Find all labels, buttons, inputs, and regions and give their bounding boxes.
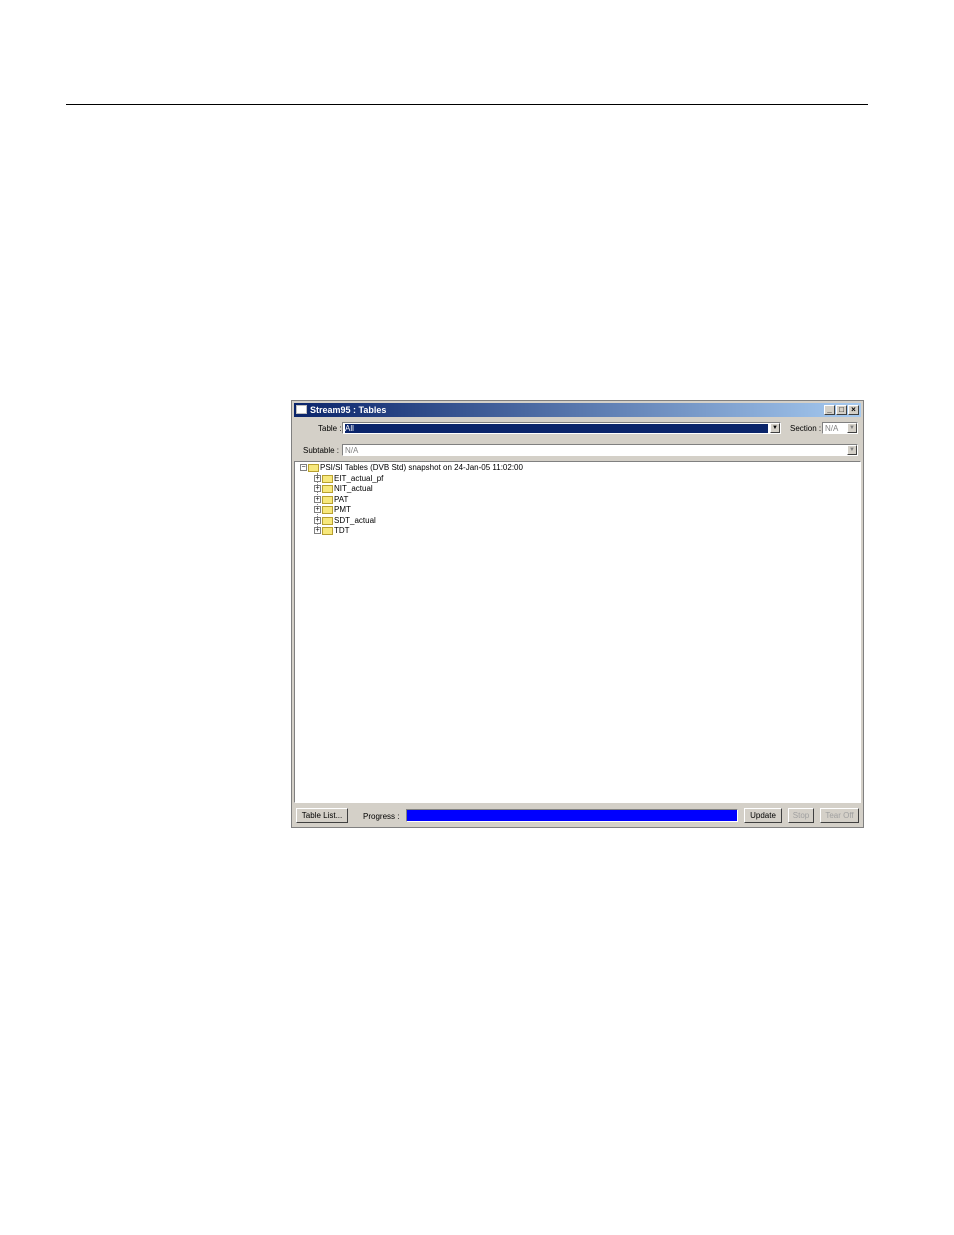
close-button[interactable]: × [848, 405, 859, 415]
chevron-down-icon[interactable]: ▼ [770, 423, 780, 433]
progress-label: Progress : [363, 812, 400, 821]
update-button[interactable]: Update [744, 808, 782, 823]
tree-node-eit-actual-pf[interactable]: + EIT_actual_pf [314, 474, 383, 484]
app-window-icon [296, 405, 307, 414]
expand-icon[interactable]: + [314, 475, 321, 483]
tree-node-nit-actual[interactable]: + NIT_actual [314, 484, 373, 494]
table-select-value: All [345, 424, 768, 433]
chevron-down-icon[interactable]: ▼ [847, 445, 857, 455]
tables-window: Stream95 : Tables _ □ × Table : All ▼ Se… [291, 400, 864, 828]
expand-icon[interactable]: + [314, 496, 321, 504]
maximize-button[interactable]: □ [836, 405, 847, 415]
expand-icon[interactable]: + [314, 527, 321, 535]
tree-node-label: PAT [334, 495, 349, 504]
tree-node-label: EIT_actual_pf [334, 474, 384, 483]
table-label: Table : [318, 424, 342, 433]
tree-node-label: SDT_actual [334, 516, 376, 525]
stop-button[interactable]: Stop [788, 808, 814, 823]
section-label: Section : [790, 424, 822, 433]
section-select-value: N/A [825, 424, 839, 433]
folder-icon [308, 463, 319, 472]
table-list-button[interactable]: Table List... [296, 808, 348, 823]
folder-icon [322, 505, 333, 514]
minimize-button[interactable]: _ [824, 405, 835, 415]
folder-icon [322, 484, 333, 493]
tree-node-sdt-actual[interactable]: + SDT_actual [314, 516, 376, 526]
chevron-down-icon[interactable]: ▼ [847, 423, 857, 433]
expand-icon[interactable]: + [314, 517, 321, 525]
tree-node-label: TDT [334, 526, 350, 535]
folder-icon [322, 516, 333, 525]
tree-node-tdt[interactable]: + TDT [314, 526, 350, 536]
section-select[interactable]: N/A ▼ [822, 422, 858, 434]
table-select[interactable]: All ▼ [342, 422, 781, 434]
folder-icon [322, 474, 333, 483]
tree-node-label: NIT_actual [334, 484, 373, 493]
progress-bar [406, 809, 738, 822]
subtable-label: Subtable : [303, 446, 340, 455]
tree-node-pmt[interactable]: + PMT [314, 505, 351, 515]
tree-node-pat[interactable]: + PAT [314, 495, 348, 505]
expand-icon[interactable]: + [314, 485, 321, 493]
tree-root-node[interactable]: − PSI/SI Tables (DVB Std) snapshot on 24-… [300, 463, 523, 473]
subtable-select[interactable]: N/A ▼ [342, 444, 858, 456]
page-rule [66, 104, 868, 105]
subtable-select-value: N/A [345, 446, 359, 455]
collapse-icon[interactable]: − [300, 464, 307, 472]
tree-root-label: PSI/SI Tables (DVB Std) snapshot on 24-J… [320, 463, 523, 472]
folder-icon [322, 495, 333, 504]
folder-icon [322, 526, 333, 535]
expand-icon[interactable]: + [314, 506, 321, 514]
title-bar[interactable]: Stream95 : Tables _ □ × [294, 403, 861, 417]
tear-off-button[interactable]: Tear Off [820, 808, 859, 823]
window-title: Stream95 : Tables [310, 405, 387, 415]
table-tree[interactable]: − PSI/SI Tables (DVB Std) snapshot on 24-… [294, 461, 861, 803]
tree-node-label: PMT [334, 505, 351, 514]
